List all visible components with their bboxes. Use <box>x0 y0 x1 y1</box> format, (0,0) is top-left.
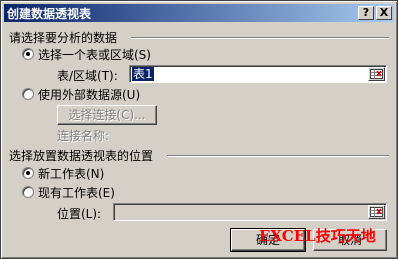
range-label: 表/区域(T): <box>57 69 118 83</box>
connection-name-label: 连接名称: <box>57 129 110 143</box>
radio-existing-worksheet-label[interactable]: 现有工作表(E) <box>38 184 115 201</box>
section-location-title: 选择放置数据透视表的位置 <box>9 149 154 163</box>
radio-new-worksheet[interactable] <box>22 167 34 179</box>
radio-external-source[interactable] <box>22 88 34 100</box>
radio-dot-icon <box>26 171 30 175</box>
location-input[interactable] <box>113 203 387 221</box>
choose-connection-label: 选择连接(C)... <box>68 108 146 122</box>
radio-existing-worksheet[interactable] <box>22 186 34 198</box>
radio-select-table[interactable] <box>22 48 34 60</box>
help-button[interactable]: ? <box>358 6 374 20</box>
radio-external-source-label[interactable]: 使用外部数据源(U) <box>38 86 140 103</box>
watermark-text: EXCEL技巧天地 <box>259 227 376 245</box>
section-data-divider <box>131 37 389 39</box>
location-collapse-button[interactable] <box>368 205 385 219</box>
radio-new-worksheet-label[interactable]: 新工作表(N) <box>38 165 104 182</box>
create-pivot-table-dialog: 创建数据透视表 ? X 请选择要分析的数据 选择一个表或区域(S) 表/区域(T… <box>0 0 398 259</box>
location-label: 位置(L): <box>57 207 102 221</box>
radio-dot-icon <box>26 52 30 56</box>
range-input[interactable]: 表1 <box>129 65 387 83</box>
section-location-divider <box>167 155 389 157</box>
choose-connection-button[interactable]: 选择连接(C)... <box>57 105 157 125</box>
section-data-title: 请选择要分析的数据 <box>9 31 118 45</box>
radio-select-table-label[interactable]: 选择一个表或区域(S) <box>38 46 151 63</box>
title-bar[interactable]: 创建数据透视表 ? X <box>4 4 394 22</box>
range-input-value: 表1 <box>132 67 154 81</box>
close-button[interactable]: X <box>376 6 392 20</box>
range-select-icon <box>370 69 383 79</box>
range-select-icon <box>370 207 383 217</box>
range-collapse-button[interactable] <box>368 67 385 81</box>
window-title: 创建数据透视表 <box>7 7 92 21</box>
